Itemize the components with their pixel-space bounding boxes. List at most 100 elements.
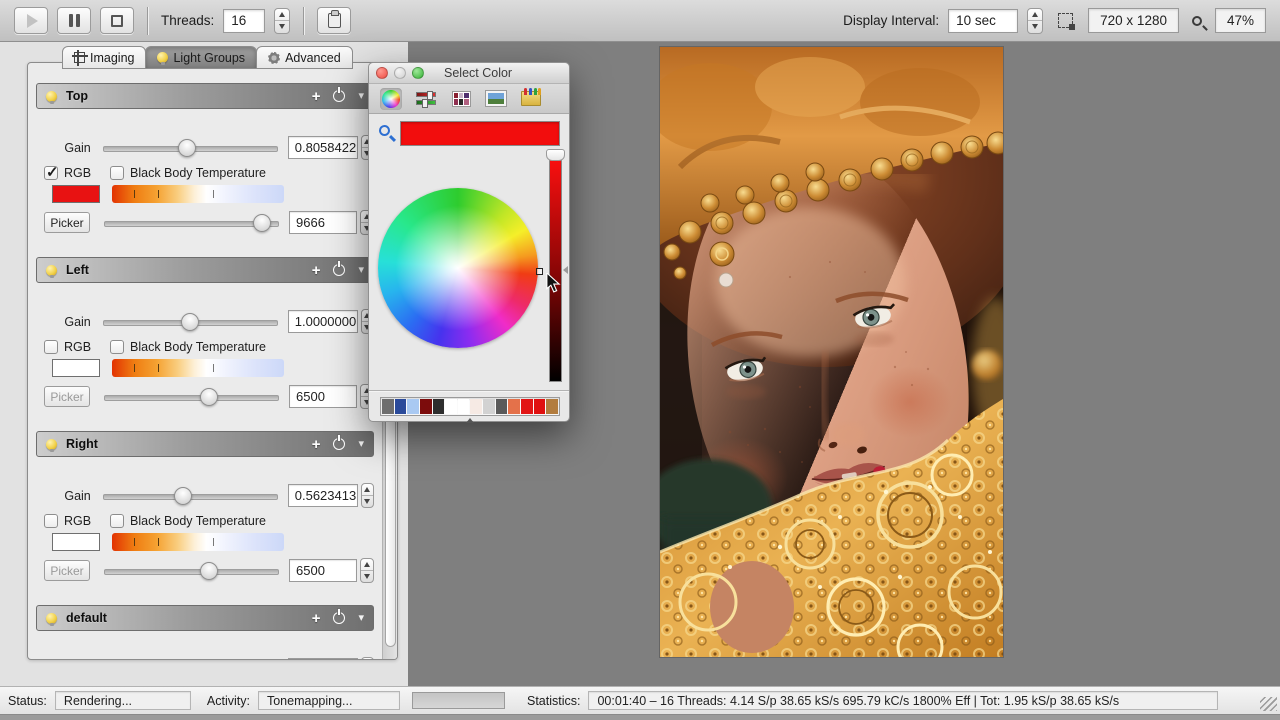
- rgb-checkbox[interactable]: [44, 514, 58, 528]
- gain-slider[interactable]: [103, 660, 278, 661]
- color-swatch[interactable]: [483, 399, 495, 414]
- color-wheel[interactable]: [378, 188, 538, 348]
- slider-thumb[interactable]: [253, 214, 271, 232]
- pause-button[interactable]: [57, 7, 91, 34]
- color-swatch[interactable]: [496, 399, 508, 414]
- palettes-mode-button[interactable]: [450, 88, 472, 110]
- add-light-group-icon[interactable]: +: [312, 437, 321, 452]
- power-toggle-icon[interactable]: [333, 612, 345, 624]
- minimize-window-icon[interactable]: [394, 67, 406, 79]
- blackbody-checkbox[interactable]: [110, 340, 124, 354]
- wheel-selection-marker[interactable]: [536, 268, 543, 275]
- gain-value-field[interactable]: 1.0000000: [288, 310, 358, 333]
- rgb-checkbox[interactable]: [44, 166, 58, 180]
- group-color-swatch[interactable]: [52, 359, 100, 377]
- color-swatch[interactable]: [382, 399, 394, 414]
- resize-grip[interactable]: [1260, 697, 1277, 711]
- display-interval-stepper[interactable]: [1027, 8, 1043, 34]
- chevron-down-icon[interactable]: ▾: [358, 613, 364, 624]
- color-swatch[interactable]: [470, 399, 482, 414]
- chevron-down-icon[interactable]: ▾: [358, 91, 364, 102]
- crayons-mode-button[interactable]: [520, 88, 542, 110]
- tab-advanced[interactable]: Advanced: [256, 46, 353, 69]
- power-toggle-icon[interactable]: [333, 438, 345, 450]
- color-swatch[interactable]: [458, 399, 470, 414]
- threads-stepper[interactable]: [274, 8, 290, 34]
- group-header-top[interactable]: Top + ▾: [36, 83, 374, 109]
- gain-stepper[interactable]: [361, 483, 374, 508]
- chevron-down-icon[interactable]: ▾: [358, 439, 364, 450]
- fit-to-window-icon[interactable]: [1058, 13, 1073, 28]
- color-swatch[interactable]: [407, 399, 419, 414]
- slider-thumb[interactable]: [174, 487, 192, 505]
- chevron-down-icon[interactable]: ▾: [358, 265, 364, 276]
- dialog-titlebar[interactable]: Select Color: [369, 63, 569, 84]
- group-header-left[interactable]: Left + ▾: [36, 257, 374, 283]
- color-swatch[interactable]: [433, 399, 445, 414]
- color-swatch[interactable]: [445, 399, 457, 414]
- temperature-value-field[interactable]: 6500: [289, 385, 357, 408]
- picker-button[interactable]: Picker: [44, 212, 90, 233]
- brightness-slider-handle[interactable]: [546, 149, 565, 161]
- display-interval-input[interactable]: 10 sec: [948, 9, 1018, 33]
- slider-thumb[interactable]: [181, 313, 199, 331]
- swatch-drawer-arrow-icon[interactable]: [466, 418, 474, 423]
- group-color-swatch[interactable]: [52, 185, 100, 203]
- picker-button[interactable]: Picker: [44, 560, 90, 581]
- play-button[interactable]: [14, 7, 48, 34]
- slider-thumb[interactable]: [200, 562, 218, 580]
- zoom-loupe-icon[interactable]: [1192, 16, 1202, 26]
- temperature-value-field[interactable]: 9666: [289, 211, 357, 234]
- gain-value-field[interactable]: 1.0000000: [288, 658, 358, 660]
- tab-imaging[interactable]: Imaging: [62, 46, 146, 69]
- stop-button[interactable]: [100, 7, 134, 34]
- image-mode-button[interactable]: [485, 88, 507, 110]
- loupe-picker-icon[interactable]: [379, 125, 390, 136]
- color-swatch[interactable]: [508, 399, 520, 414]
- color-swatch[interactable]: [546, 399, 558, 414]
- blackbody-gradient-bar[interactable]: [112, 533, 284, 551]
- temperature-stepper[interactable]: [360, 558, 374, 583]
- color-wheel-mode-button[interactable]: [380, 88, 402, 110]
- color-swatch[interactable]: [420, 399, 432, 414]
- power-toggle-icon[interactable]: [333, 264, 345, 276]
- gain-slider[interactable]: [103, 486, 278, 506]
- brightness-slider[interactable]: [549, 152, 562, 382]
- temperature-slider[interactable]: [104, 561, 279, 581]
- add-light-group-icon[interactable]: +: [312, 263, 321, 278]
- rgb-checkbox[interactable]: [44, 340, 58, 354]
- group-header-default[interactable]: default + ▾: [36, 605, 374, 631]
- gain-value-field[interactable]: 0.8058422: [288, 136, 358, 159]
- picker-button[interactable]: Picker: [44, 386, 90, 407]
- color-swatch[interactable]: [521, 399, 533, 414]
- group-color-swatch[interactable]: [52, 533, 100, 551]
- color-swatch[interactable]: [395, 399, 407, 414]
- gain-value-field[interactable]: 0.5623413: [288, 484, 358, 507]
- gain-slider[interactable]: [103, 312, 278, 332]
- blackbody-gradient-bar[interactable]: [112, 185, 284, 203]
- zoom-window-icon[interactable]: [412, 67, 424, 79]
- slider-thumb[interactable]: [200, 388, 218, 406]
- group-header-right[interactable]: Right + ▾: [36, 431, 374, 457]
- blackbody-checkbox[interactable]: [110, 514, 124, 528]
- add-light-group-icon[interactable]: +: [312, 89, 321, 104]
- blackbody-gradient-bar[interactable]: [112, 359, 284, 377]
- gain-stepper[interactable]: [361, 657, 374, 660]
- tab-light-groups[interactable]: Light Groups: [145, 46, 257, 69]
- mouse-cursor: [545, 273, 561, 293]
- gain-label: Gain: [44, 489, 91, 503]
- threads-input[interactable]: 16: [223, 9, 265, 33]
- gain-slider[interactable]: [103, 138, 278, 158]
- close-window-icon[interactable]: [376, 67, 388, 79]
- temperature-value-field[interactable]: 6500: [289, 559, 357, 582]
- add-light-group-icon[interactable]: +: [312, 611, 321, 626]
- color-swatch[interactable]: [534, 399, 546, 414]
- temperature-slider[interactable]: [104, 213, 279, 233]
- copy-button[interactable]: [317, 7, 351, 34]
- blackbody-checkbox[interactable]: [110, 166, 124, 180]
- slider-thumb[interactable]: [178, 139, 196, 157]
- light-bulb-icon: [46, 91, 57, 102]
- temperature-slider[interactable]: [104, 387, 279, 407]
- power-toggle-icon[interactable]: [333, 90, 345, 102]
- sliders-mode-button[interactable]: [415, 88, 437, 110]
